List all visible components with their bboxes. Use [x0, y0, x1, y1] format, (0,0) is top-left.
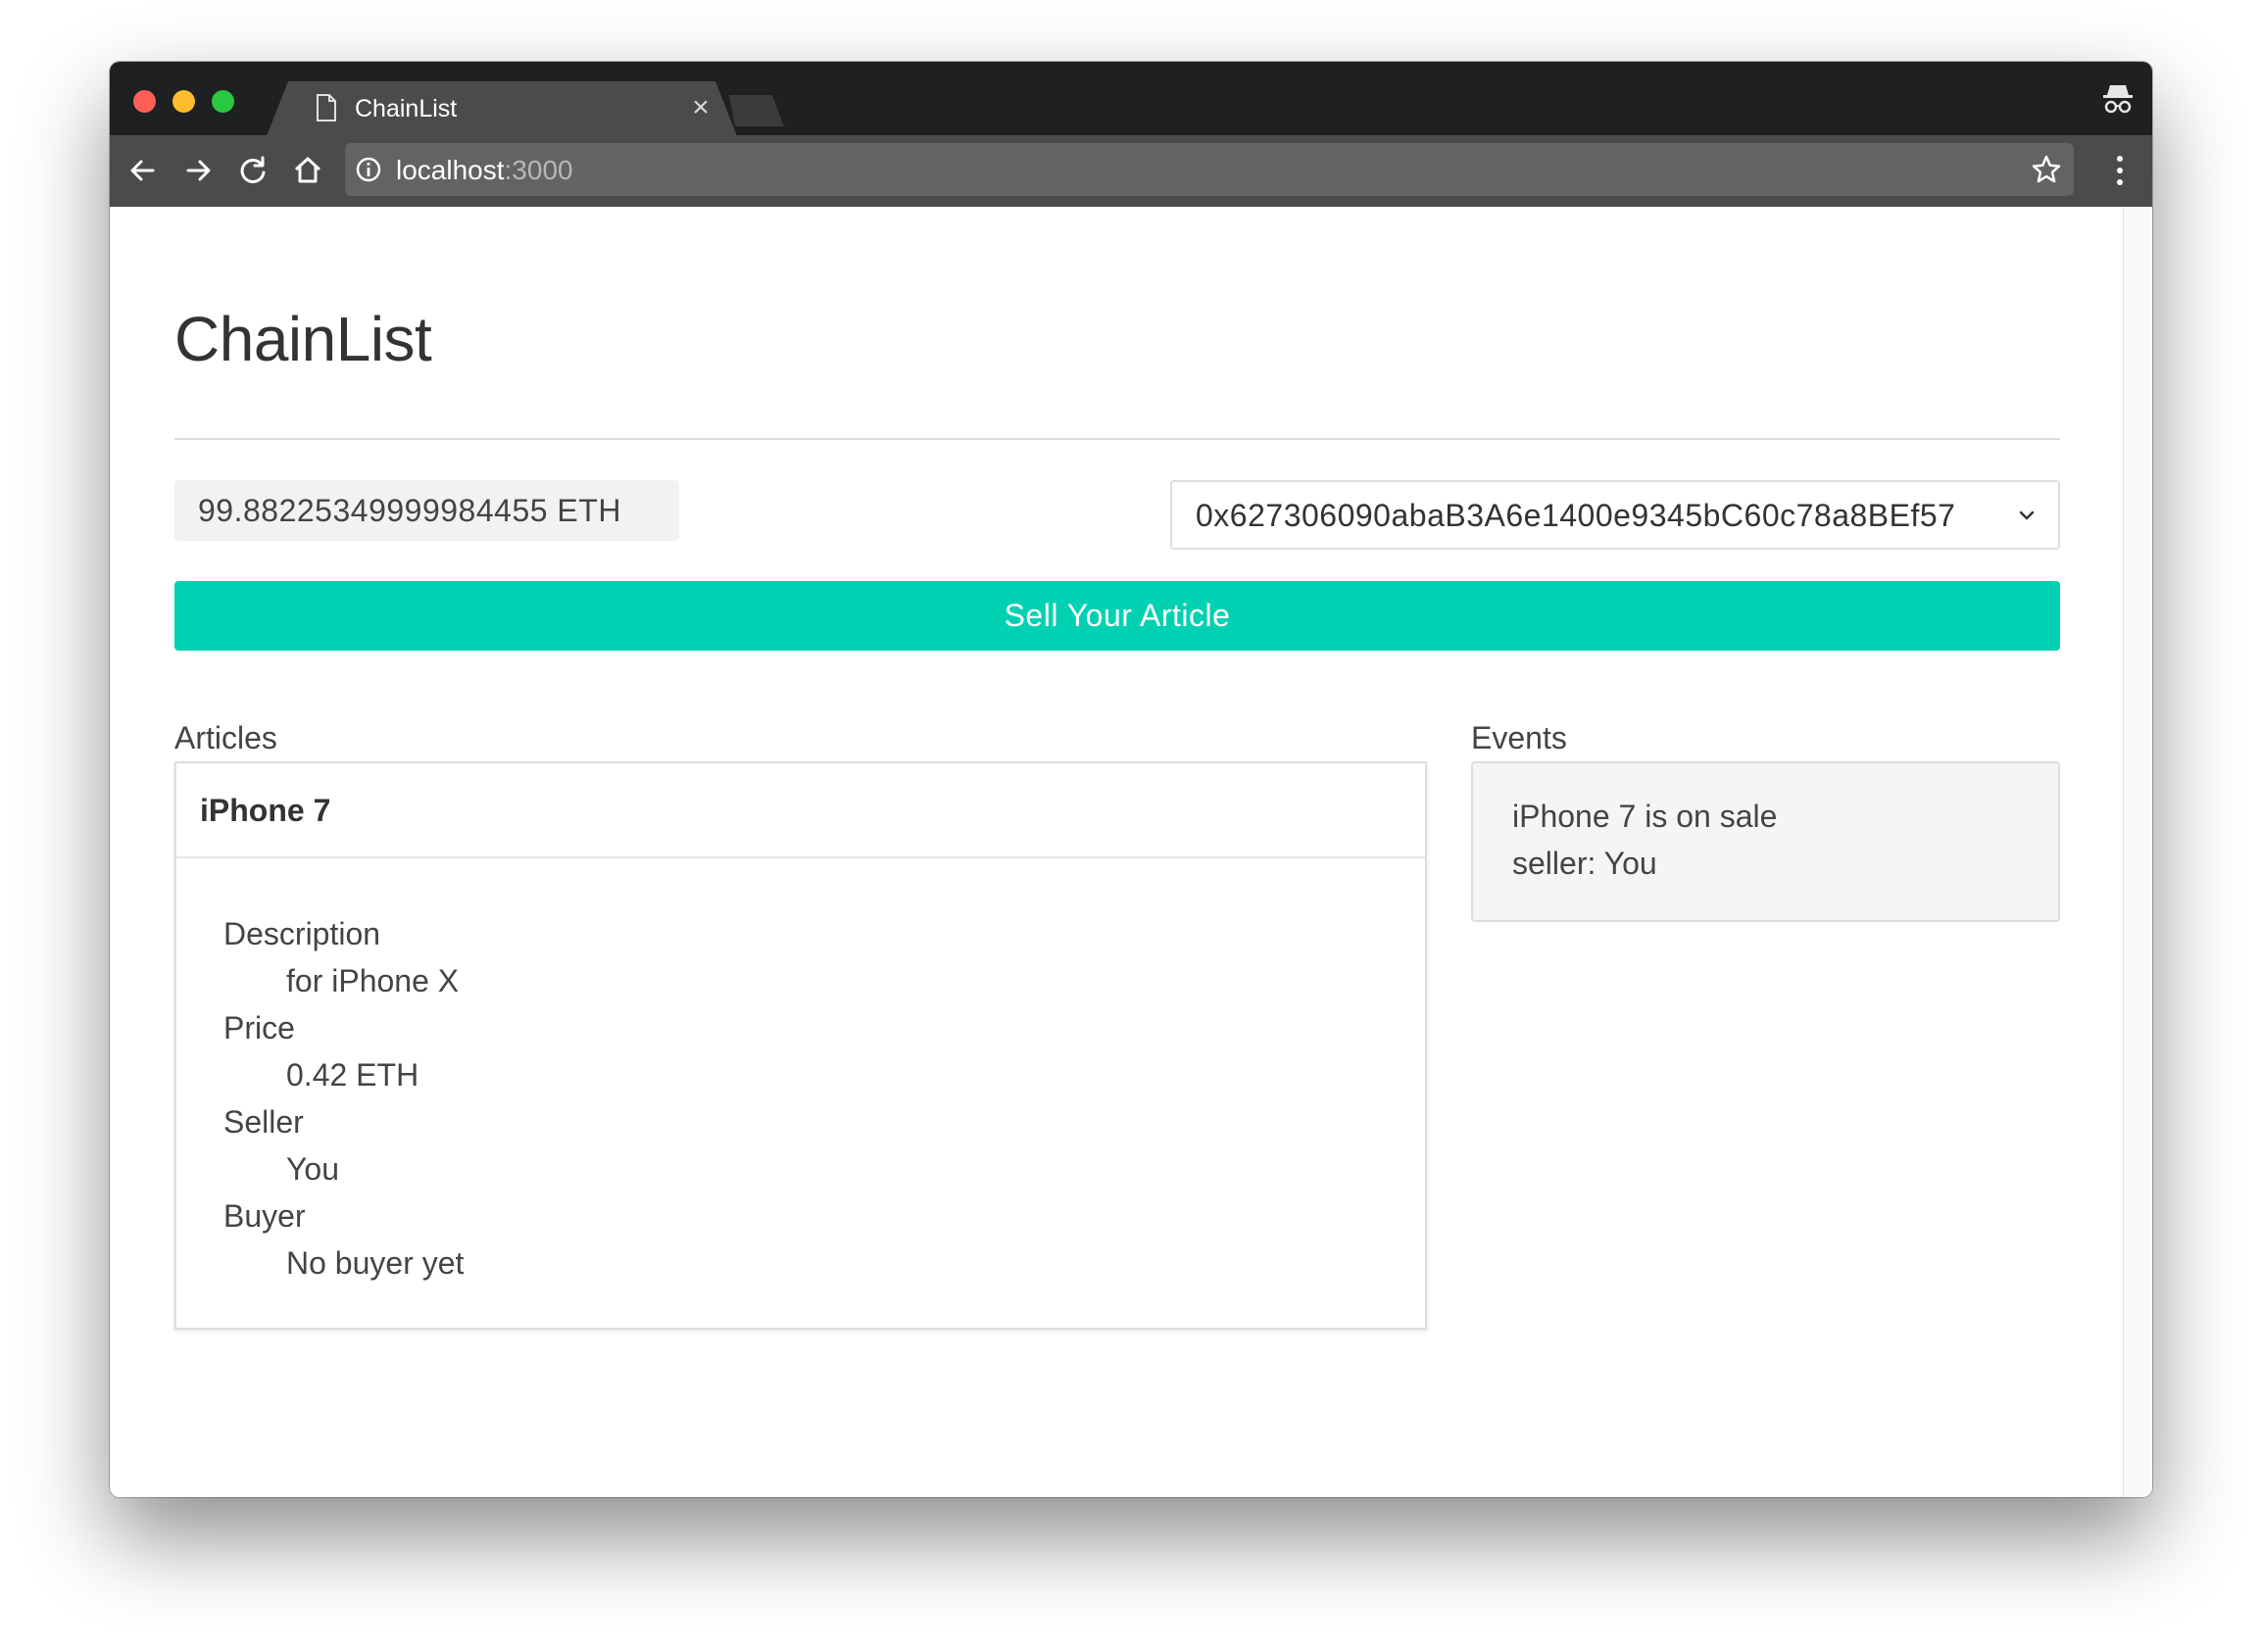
- forward-button[interactable]: [180, 153, 216, 188]
- maximize-window-button[interactable]: [212, 90, 234, 113]
- article-name: iPhone 7: [200, 793, 331, 828]
- seller-label: Seller: [223, 1104, 304, 1140]
- browser-window: ChainList × localhost:3000 ChainList 99.…: [110, 62, 2152, 1497]
- chevron-down-icon: [2019, 510, 2035, 520]
- tab-close-icon[interactable]: ×: [686, 90, 715, 125]
- reload-icon: [240, 156, 266, 183]
- events-panel: iPhone 7 is on sale seller: You: [1471, 761, 2060, 922]
- close-window-button[interactable]: [133, 90, 156, 113]
- back-button[interactable]: [125, 153, 161, 188]
- home-button[interactable]: [290, 153, 325, 188]
- page-title: ChainList: [174, 304, 432, 374]
- articles-heading: Articles: [174, 720, 277, 755]
- home-icon: [294, 157, 321, 183]
- title-divider: [174, 438, 2060, 440]
- address-bar[interactable]: localhost:3000: [345, 143, 2074, 196]
- events-heading: Events: [1471, 720, 1567, 755]
- description-value: for iPhone X: [286, 963, 460, 998]
- seller-value: You: [286, 1151, 339, 1187]
- buyer-value: No buyer yet: [286, 1245, 465, 1281]
- article-card: iPhone 7 Description for iPhone X Price …: [174, 761, 1427, 1330]
- star-icon[interactable]: [2031, 154, 2062, 185]
- buyer-label: Buyer: [223, 1198, 306, 1234]
- title-bar: ChainList ×: [110, 62, 2152, 136]
- event-line: iPhone 7 is on sale: [1512, 799, 1778, 834]
- browser-toolbar: localhost:3000: [110, 135, 2152, 207]
- event-line: seller: You: [1512, 846, 1657, 881]
- description-label: Description: [223, 916, 381, 951]
- back-arrow-icon: [130, 160, 155, 181]
- article-details: Description for iPhone X Price 0.42 ETH …: [223, 910, 464, 1287]
- url-port: :3000: [504, 155, 573, 185]
- browser-tab[interactable]: ChainList ×: [267, 81, 737, 136]
- price-value: 0.42 ETH: [286, 1057, 419, 1093]
- sell-article-button[interactable]: Sell Your Article: [174, 581, 2060, 651]
- reload-button[interactable]: [235, 153, 270, 188]
- page-viewport: ChainList 99.88225349999984455 ETH 0x627…: [110, 207, 2152, 1497]
- account-select[interactable]: 0x627306090abaB3A6e1400e9345bC60c78a8BEf…: [1170, 480, 2060, 550]
- more-vertical-icon[interactable]: [2113, 153, 2127, 188]
- url-text: localhost:3000: [396, 155, 573, 186]
- forward-arrow-icon: [186, 160, 211, 181]
- minimize-window-button[interactable]: [172, 90, 195, 113]
- scrollbar[interactable]: [2123, 207, 2152, 1497]
- info-icon[interactable]: [355, 156, 382, 183]
- url-host: localhost: [396, 155, 505, 185]
- account-balance: 99.88225349999984455 ETH: [174, 480, 679, 541]
- incognito-icon: [2103, 85, 2133, 114]
- article-card-header: iPhone 7: [176, 763, 1425, 858]
- price-label: Price: [223, 1010, 295, 1045]
- selected-account: 0x627306090abaB3A6e1400e9345bC60c78a8BEf…: [1196, 498, 1956, 533]
- file-icon: [317, 94, 336, 121]
- tab-title: ChainList: [355, 95, 458, 122]
